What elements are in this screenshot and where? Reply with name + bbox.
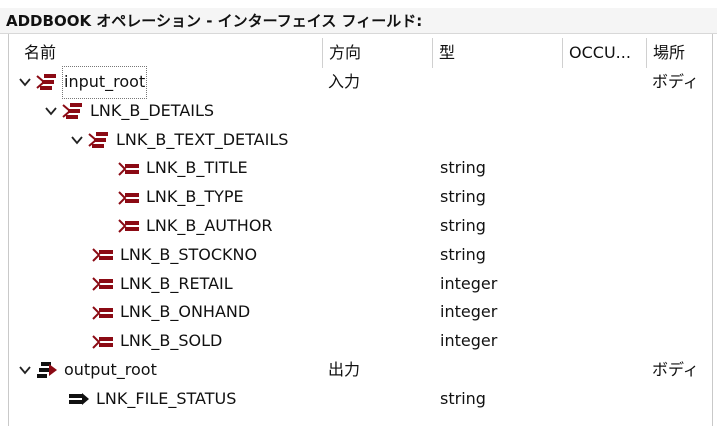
tree-row-lnk-b-details[interactable]: LNK_B_DETAILS	[0, 97, 717, 126]
row-name: LNK_B_AUTHOR	[146, 215, 273, 235]
row-type: string	[440, 244, 486, 264]
row-name: LNK_B_RETAIL	[120, 273, 233, 293]
row-name: LNK_B_TEXT_DETAILS	[116, 129, 289, 149]
interface-fields-panel: ADDBOOK オペレーション - インターフェイス フィールド: 名前 方向 …	[0, 0, 717, 430]
column-header-name[interactable]: 名前	[18, 38, 322, 68]
row-location: ボディ	[652, 359, 699, 379]
row-name: output_root	[64, 359, 157, 379]
column-header-location[interactable]: 場所	[646, 38, 711, 68]
column-header-row: 名前 方向 型 OCCU... 場所	[0, 38, 717, 68]
tree-row-input-root[interactable]: input_root 入力 ボディ	[0, 66, 717, 99]
column-header-direction[interactable]: 方向	[322, 38, 432, 68]
tree-row-lnk-b-text-details[interactable]: LNK_B_TEXT_DETAILS	[0, 126, 717, 155]
tree-row-lnk-b-stockno[interactable]: LNK_B_STOCKNO string	[0, 241, 717, 270]
chevron-down-icon[interactable]	[44, 104, 58, 118]
row-name: LNK_B_DETAILS	[90, 100, 215, 120]
row-name: input_root	[61, 66, 148, 99]
row-name: LNK_B_SOLD	[120, 331, 223, 351]
row-type: integer	[440, 273, 498, 293]
structure-input-icon	[88, 131, 108, 148]
tree-row-lnk-b-sold[interactable]: LNK_B_SOLD integer	[0, 327, 717, 356]
row-direction: 出力	[328, 359, 361, 379]
row-name: LNK_FILE_STATUS	[96, 388, 237, 408]
row-location: ボディ	[652, 72, 699, 91]
field-input-icon	[92, 306, 113, 320]
row-name: LNK_B_ONHAND	[120, 302, 251, 322]
field-output-icon	[69, 393, 89, 406]
row-type: integer	[440, 331, 498, 351]
chevron-down-icon[interactable]	[18, 75, 32, 89]
field-input-icon	[92, 248, 113, 262]
tree-row-lnk-file-status[interactable]: LNK_FILE_STATUS string	[0, 385, 717, 414]
field-input-icon	[118, 190, 139, 205]
tree-row-lnk-b-onhand[interactable]: LNK_B_ONHAND integer	[0, 298, 717, 327]
chevron-down-icon[interactable]	[18, 363, 32, 377]
field-input-icon	[118, 219, 139, 234]
row-type: string	[440, 158, 486, 178]
structure-input-icon	[36, 74, 56, 91]
tree-row-lnk-b-author[interactable]: LNK_B_AUTHOR string	[0, 212, 717, 241]
field-input-icon	[92, 277, 113, 291]
tree-rows: input_root 入力 ボディ LNK_B_DETAILS LNK_B_TE…	[0, 66, 717, 414]
row-type: string	[440, 215, 486, 235]
field-input-icon	[118, 162, 139, 176]
row-name: LNK_B_TITLE	[146, 158, 248, 178]
column-header-type[interactable]: 型	[432, 38, 542, 68]
structure-input-icon	[62, 103, 82, 120]
structure-output-icon	[37, 362, 57, 379]
field-input-icon	[92, 334, 113, 349]
row-type: string	[440, 187, 486, 207]
row-type: string	[440, 388, 486, 408]
tree-row-lnk-b-type[interactable]: LNK_B_TYPE string	[0, 183, 717, 212]
row-name: LNK_B_TYPE	[146, 187, 244, 207]
tree-row-output-root[interactable]: output_root 出力 ボディ	[0, 356, 717, 385]
tree-row-lnk-b-retail[interactable]: LNK_B_RETAIL integer	[0, 270, 717, 299]
tree-row-lnk-b-title[interactable]: LNK_B_TITLE string	[0, 154, 717, 183]
chevron-down-icon[interactable]	[70, 133, 84, 147]
panel-title: ADDBOOK オペレーション - インターフェイス フィールド:	[0, 8, 717, 34]
row-direction: 入力	[328, 72, 361, 91]
column-header-occurs[interactable]: OCCU...	[562, 38, 646, 68]
row-name: LNK_B_STOCKNO	[120, 244, 258, 264]
row-type: integer	[440, 302, 498, 322]
